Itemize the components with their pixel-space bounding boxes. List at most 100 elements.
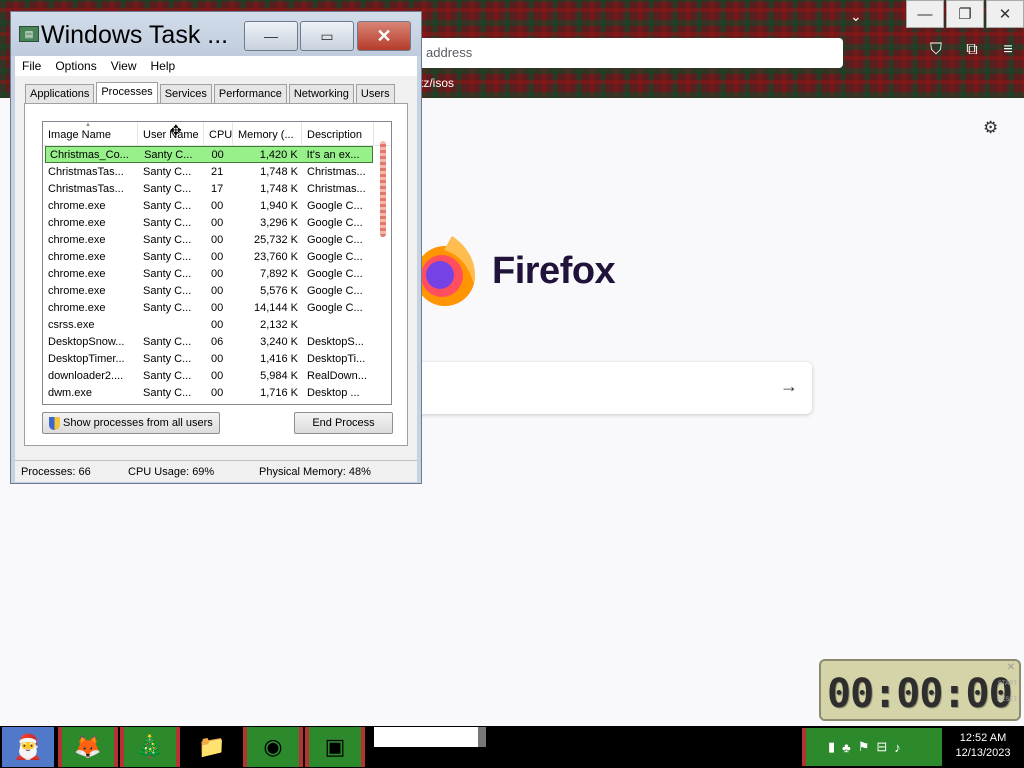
uac-shield-icon [49,416,60,430]
row-cpu: 00 [211,369,224,382]
taskbar-clock[interactable]: 12:52 AM 12/13/2023 [944,731,1022,761]
row-memory: 1,420 K [259,148,298,161]
row-image-name: chrome.exe [48,233,106,246]
arrow-right-icon[interactable]: → [780,376,798,397]
row-description: Google C... [307,267,363,280]
timer-display: 00:00:00 [827,671,1013,717]
table-row[interactable]: downloader2.... Santy C... 00 5,984 K RealDo… [43,367,391,384]
vertical-scrollbar[interactable] [375,139,389,402]
menu-file[interactable]: File [15,56,48,76]
table-header: ▲ Image Name User Name CPU Memory (... D… [43,122,391,146]
tab-users[interactable]: Users [355,84,395,104]
table-row[interactable]: chrome.exe Santy C... 00 7,892 K Google C... [43,265,391,282]
row-user-name: Santy C... [143,165,192,178]
minimize-button[interactable]: — [244,21,298,51]
column-cpu[interactable]: CPU [204,122,233,145]
column-image-name[interactable]: ▲ Image Name [43,122,138,145]
taskbar-firefox-button[interactable]: 🦊 [58,727,118,767]
table-row[interactable]: chrome.exe Santy C... 00 1,940 K Google C... [43,197,391,214]
title-bar[interactable]: ▤ Windows Task ... — ▭ ✕ [11,12,421,56]
taskbar-christmas-tree-button[interactable]: 🎄 [120,727,180,767]
menu-options[interactable]: Options [48,56,103,76]
table-row[interactable]: csrss.exe 00 2,132 K [43,316,391,333]
row-image-name: chrome.exe [48,301,106,314]
row-memory: 5,576 K [260,284,298,297]
table-row[interactable]: ChristmasTas... Santy C... 21 1,748 K Christ… [43,163,391,180]
menu-help[interactable]: Help [144,56,183,76]
clock-time: 12:52 AM [959,732,1007,744]
tab-list-chevron-icon[interactable]: ⌄ [850,8,862,25]
tray-volume-icon[interactable]: ♪ [894,740,901,755]
row-user-name: Santy C... [143,386,192,399]
table-row[interactable]: chrome.exe Santy C... 00 14,144 K Google C..… [43,299,391,316]
firefox-restore-button[interactable]: ❐ [946,0,984,28]
table-row[interactable]: chrome.exe Santy C... 00 25,732 K Google C..… [43,231,391,248]
table-row[interactable]: chrome.exe Santy C... 00 5,576 K Google C... [43,282,391,299]
search-box[interactable]: → [410,362,812,414]
tab-services[interactable]: Services [159,84,212,104]
process-rows: Christmas_Co... Santy C... 00 1,420 K It's a… [43,146,391,401]
tray-network-icon[interactable]: ⊟ [876,739,887,755]
tray-tree-icon[interactable]: ♣ [842,740,851,755]
row-memory: 5,984 K [260,369,298,382]
tab-networking[interactable]: Networking [288,84,354,104]
table-row[interactable]: Christmas_Co... Santy C... 00 1,420 K It's a… [45,146,373,163]
bookmark-item[interactable]: tz/isos [420,76,454,90]
end-process-button[interactable]: End Process [294,412,393,434]
show-all-processes-button[interactable]: Show processes from all users [42,412,220,434]
tab-applications[interactable]: Applications [25,84,95,104]
row-cpu: 00 [211,216,224,229]
column-memory[interactable]: Memory (... [233,122,302,145]
settings-gear-icon[interactable]: ⚙ [983,118,998,138]
timer-reset-button[interactable]: RESET [997,697,1017,703]
row-image-name: DesktopTimer... [48,352,125,365]
tab-strip: Applications Processes Services Performa… [25,82,397,104]
row-description: Google C... [307,216,363,229]
row-user-name: Santy C... [143,284,192,297]
row-image-name: dwm.exe [48,386,93,399]
row-image-name: chrome.exe [48,216,106,229]
taskbar-task-manager-button[interactable]: ▣ [305,727,365,767]
row-cpu: 17 [211,182,224,195]
tab-processes[interactable]: Processes [96,82,158,104]
row-image-name: ChristmasTas... [48,182,124,195]
taskbar-file-explorer-button[interactable]: 📁 [185,727,239,767]
tray-action-center-icon[interactable]: ⚑ [858,739,870,755]
table-row[interactable]: chrome.exe Santy C... 00 23,760 K Google C..… [43,248,391,265]
firefox-minimize-button[interactable]: — [906,0,944,28]
table-row[interactable]: DesktopTimer... Santy C... 00 1,416 K Deskto… [43,350,391,367]
timer-start-button[interactable]: START [998,681,1017,687]
row-memory: 2,132 K [260,318,298,331]
scrollbar-thumb[interactable] [380,141,386,237]
pocket-icon[interactable]: ⛉ [918,41,954,59]
processes-panel: ▲ Image Name User Name CPU Memory (... D… [24,103,408,446]
column-description[interactable]: Description [302,122,374,145]
row-image-name: downloader2.... [48,369,124,382]
row-user-name: Santy C... [143,335,192,348]
timer-close-icon[interactable]: ✕ [1007,662,1015,673]
close-button[interactable]: ✕ [357,21,411,51]
window-title: Windows Task ... [41,21,229,49]
row-description: It's an ex... [306,148,360,161]
row-image-name: ChristmasTas... [48,165,124,178]
tray-battery-icon[interactable]: ▮ [828,739,835,755]
firefox-wordmark: Firefox [492,250,616,292]
menu-icon[interactable]: ≡ [990,41,1024,59]
table-row[interactable]: ChristmasTas... Santy C... 17 1,748 K Christ… [43,180,391,197]
status-processes: Processes: 66 [21,466,91,478]
status-physical-memory: Physical Memory: 48% [259,466,371,478]
tab-performance[interactable]: Performance [213,84,287,104]
extensions-icon[interactable]: ⧉ [954,41,990,59]
maximize-button[interactable]: ▭ [300,21,354,51]
row-user-name: Santy C... [143,369,192,382]
table-row[interactable]: DesktopSnow... Santy C... 06 3,240 K Desktop… [43,333,391,350]
desktop-timer-widget[interactable]: 00:00:00 ✕ START RESET [819,659,1021,721]
url-bar[interactable]: address [415,38,843,68]
table-row[interactable]: dwm.exe Santy C... 00 1,716 K Desktop ... [43,384,391,401]
taskbar-chrome-button[interactable]: ◉ [243,727,303,767]
row-description: DesktopTi... [307,352,366,365]
start-button[interactable]: 🎅 [2,727,54,767]
table-row[interactable]: chrome.exe Santy C... 00 3,296 K Google C... [43,214,391,231]
firefox-close-button[interactable]: ✕ [986,0,1024,28]
menu-view[interactable]: View [104,56,144,76]
